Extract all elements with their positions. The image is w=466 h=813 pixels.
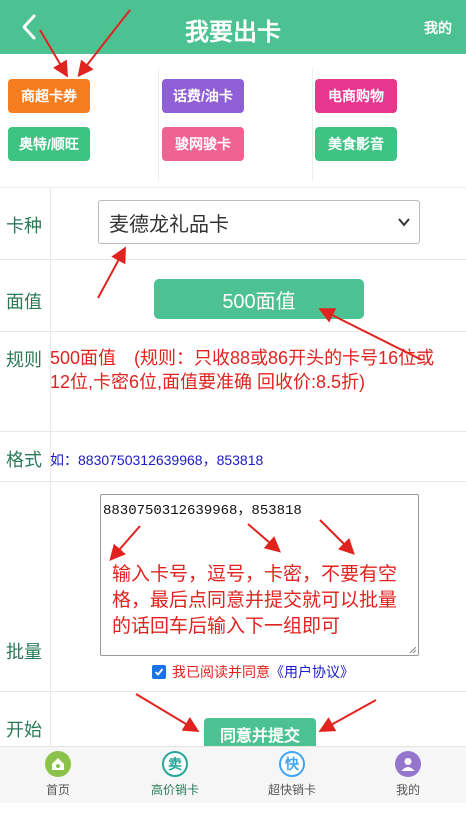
divider (312, 68, 313, 181)
annotation-hint: 输入卡号，逗号，卡密，不要有空格，最后点同意并提交就可以批量的话回车后输入下一组… (112, 564, 398, 637)
home-icon (45, 751, 71, 777)
rule-label: 规则 (6, 350, 42, 370)
tab-high-price[interactable]: 卖 高价销卡 (125, 747, 225, 804)
divider (50, 188, 51, 259)
category-aote[interactable]: 奥特/顺旺 (8, 127, 90, 161)
format-label: 格式 (6, 450, 42, 470)
tab-mine[interactable]: 我的 (358, 747, 458, 804)
divider (50, 482, 51, 691)
card-type-select[interactable]: 麦德龙礼品卡 (98, 200, 420, 244)
bottom-strip (0, 803, 466, 813)
tab-mine-label: 我的 (395, 783, 420, 797)
start-label: 开始 (6, 720, 42, 740)
format-example: 如：8830750312639968，853818 (50, 452, 264, 468)
tab-home[interactable]: 首页 (8, 747, 108, 804)
agree-checkbox[interactable] (152, 665, 166, 679)
tab-high-price-label: 高价销卡 (150, 783, 199, 797)
check-icon (154, 668, 164, 676)
card-type-value: 麦德龙礼品卡 (109, 213, 229, 236)
category-shangchao[interactable]: 商超卡券 (8, 79, 90, 113)
category-junwang[interactable]: 骏网骏卡 (162, 127, 244, 161)
category-dianshang[interactable]: 电商购物 (315, 79, 397, 113)
my-account-link[interactable]: 我的 (424, 18, 452, 38)
bottom-tab-bar: 首页 卖 高价销卡 快 超快销卡 我的 (0, 746, 466, 803)
app-header: 我要出卡 我的 (0, 0, 466, 54)
category-meishi[interactable]: 美食影音 (315, 127, 397, 161)
agree-text: 我已阅读并同意 (172, 664, 270, 680)
agree-checkbox-row[interactable]: 我已阅读并同意 《用户协议》 (152, 662, 354, 682)
user-icon (395, 751, 421, 777)
tab-fast-sell-label: 超快销卡 (267, 783, 316, 797)
chevron-down-icon (398, 218, 410, 227)
batch-input-value: 8830750312639968，853818 (103, 503, 302, 519)
batch-label: 批量 (6, 642, 42, 662)
kuai-icon: 快 (279, 751, 305, 777)
card-type-label: 卡种 (6, 216, 42, 236)
tab-home-label: 首页 (45, 783, 70, 797)
denomination-label: 面值 (6, 292, 42, 312)
user-agreement-link[interactable]: 《用户协议》 (270, 662, 354, 682)
resize-handle-icon[interactable] (409, 646, 417, 654)
category-huafei[interactable]: 话费/油卡 (162, 79, 244, 113)
divider (50, 692, 51, 746)
category-grid: 商超卡券 话费/油卡 电商购物 奥特/顺旺 骏网骏卡 美食影音 (0, 62, 466, 188)
divider (158, 68, 159, 181)
mai-icon: 卖 (162, 751, 188, 777)
page-title: 我要出卡 (185, 19, 281, 46)
denomination-button[interactable]: 500面值 (154, 279, 364, 319)
tab-fast-sell[interactable]: 快 超快销卡 (242, 747, 342, 804)
divider (50, 260, 51, 331)
rule-text: 500面值 (规则：只收88或86开头的卡号16位或12位,卡密6位,面值要准确… (50, 348, 435, 392)
